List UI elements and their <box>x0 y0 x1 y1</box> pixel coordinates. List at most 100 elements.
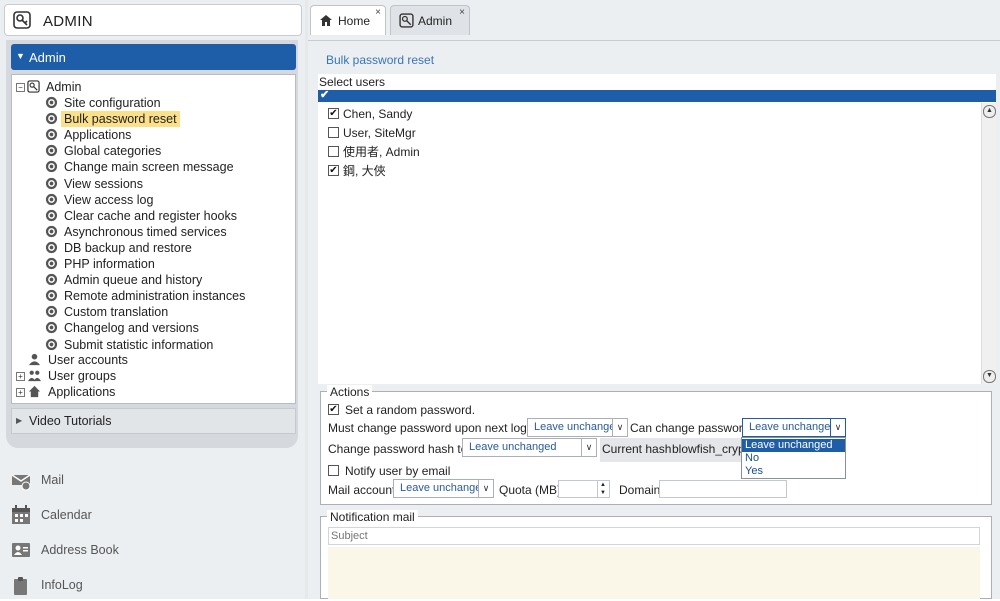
tree-item-label: DB backup and restore <box>64 240 192 255</box>
tree-item-user-accounts[interactable]: User accounts <box>12 352 292 368</box>
quota-input[interactable]: ▲ ▼ <box>558 480 610 498</box>
chevron-down-icon: ∨ <box>478 480 493 497</box>
select-all-check-icon[interactable]: ✔ <box>320 88 329 101</box>
scroll-up-icon[interactable]: ▲ <box>983 105 996 118</box>
collapse-arrow-icon: ▼ <box>16 51 25 61</box>
domain-input[interactable] <box>659 480 787 498</box>
tree-item-label: Bulk password reset <box>61 111 180 128</box>
dropdown-option[interactable]: Leave unchanged <box>742 439 845 452</box>
gear-icon <box>45 322 58 334</box>
tree-item-label: Asynchronous timed services <box>64 224 227 239</box>
tree-item-label: Admin queue and history <box>64 273 203 288</box>
address-book-icon <box>12 543 30 557</box>
tree-root-admin[interactable]: − Admin <box>12 79 292 95</box>
random-password-checkbox[interactable]: ✔ <box>328 404 339 415</box>
tree-item[interactable]: View access log <box>12 192 292 208</box>
scroll-down-icon[interactable]: ▼ <box>983 370 996 383</box>
tree-item-label: Submit statistic information <box>64 337 214 352</box>
subject-input[interactable] <box>328 527 980 545</box>
tree-item-label: Change main screen message <box>64 160 234 175</box>
gear-icon <box>45 209 58 221</box>
dropdown-option[interactable]: Yes <box>745 465 763 478</box>
gear-icon <box>45 161 58 173</box>
tree-item-label: PHP information <box>64 257 155 271</box>
collapse-icon[interactable]: − <box>16 83 25 92</box>
sidebar-section-admin[interactable]: ▼ Admin <box>11 44 296 70</box>
tab-home[interactable]: Home × <box>310 5 386 35</box>
chevron-down-icon: ∨ <box>612 419 627 436</box>
tree-item[interactable]: Bulk password reset <box>12 111 292 128</box>
user-name: 鋼, 大俠 <box>343 164 386 178</box>
calendar-icon <box>12 505 30 524</box>
user-checkbox[interactable]: ✔ <box>328 108 339 119</box>
notify-checkbox[interactable] <box>328 465 339 476</box>
expand-icon[interactable]: + <box>16 372 25 381</box>
home-icon <box>320 15 332 26</box>
tree-item[interactable]: Asynchronous timed services <box>12 224 292 240</box>
mail-account-label: Mail account <box>328 483 396 497</box>
gear-icon <box>45 145 58 157</box>
can-change-select[interactable]: Leave unchanged ∨ <box>742 418 846 437</box>
user-checkbox[interactable] <box>328 146 339 157</box>
select-value: Leave unchanged <box>400 482 488 494</box>
user-checkbox[interactable] <box>328 127 339 138</box>
tree-item-label: Changelog and versions <box>64 321 199 336</box>
tree-item[interactable]: DB backup and restore <box>12 240 292 256</box>
tree-item[interactable]: Global categories <box>12 143 292 159</box>
admin-icon <box>27 80 40 93</box>
users-icon <box>28 370 41 382</box>
sidebar-section-label: Admin <box>29 50 66 65</box>
tree-item[interactable]: Changelog and versions <box>12 320 292 336</box>
tab-admin[interactable]: Admin × <box>390 5 470 35</box>
tree-item[interactable]: View sessions <box>12 176 292 192</box>
tree-item-user-groups[interactable]: + User groups <box>12 368 292 384</box>
admin-icon <box>399 13 414 28</box>
dropdown-option[interactable]: No <box>745 452 759 465</box>
nav-label: Calendar <box>41 508 92 522</box>
user-name: 使用者, Admin <box>343 145 420 159</box>
select-value: Leave unchanged <box>534 421 622 433</box>
tree-item-label: Global categories <box>64 144 162 159</box>
gear-icon <box>45 274 58 286</box>
tree-item[interactable]: Applications <box>12 127 292 143</box>
must-change-label: Must change password upon next login <box>328 421 537 435</box>
tree-item[interactable]: Change main screen message <box>12 159 292 175</box>
must-change-select[interactable]: Leave unchanged ∨ <box>527 418 628 437</box>
gear-icon <box>45 193 58 205</box>
sidebar-section-video-tutorials[interactable]: ▶ Video Tutorials <box>11 408 296 434</box>
nav-mail[interactable]: Mail <box>8 466 288 496</box>
admin-tree: − Admin User accounts + User groups + Ap… <box>11 74 296 404</box>
tree-item-applications[interactable]: + Applications <box>12 384 292 400</box>
notification-legend: Notification mail <box>327 510 418 524</box>
select-value: Leave unchanged <box>749 421 837 433</box>
app-title: ADMIN <box>43 13 93 30</box>
tree-item[interactable]: Clear cache and register hooks <box>12 208 292 224</box>
users-scrollbar[interactable]: ▲ ▼ <box>981 103 996 384</box>
tree-item[interactable]: Submit statistic information <box>12 337 292 353</box>
expand-icon[interactable]: + <box>16 388 25 397</box>
tree-item-label: View sessions <box>64 176 143 191</box>
can-change-dropdown: Leave unchanged No Yes <box>741 437 846 479</box>
quota-stepper-icon[interactable]: ▲ ▼ <box>597 481 608 497</box>
tree-item[interactable]: Site configuration <box>12 95 292 111</box>
tree-item-label: User accounts <box>48 353 128 367</box>
nav-label: Mail <box>41 473 64 487</box>
tree-item[interactable]: Remote administration instances <box>12 288 292 304</box>
sidebar-section-label: Video Tutorials <box>29 414 112 428</box>
mail-account-select[interactable]: Leave unchanged ∨ <box>393 479 494 498</box>
nav-infolog[interactable]: InfoLog <box>8 571 288 601</box>
hash-select[interactable]: Leave unchanged ∨ <box>462 438 597 457</box>
tree-item[interactable]: Admin queue and history <box>12 272 292 288</box>
users-list-header[interactable]: ✔ <box>318 88 996 102</box>
nav-address-book[interactable]: Address Book <box>8 536 288 566</box>
tree-item[interactable]: Custom translation <box>12 304 292 320</box>
tree-item[interactable]: PHP information <box>12 256 292 272</box>
close-icon[interactable]: × <box>375 7 381 18</box>
user-checkbox[interactable]: ✔ <box>328 165 339 176</box>
page-title: Bulk password reset <box>326 53 435 67</box>
mail-body-editor[interactable] <box>328 547 980 599</box>
select-users-label: Select users <box>319 75 386 89</box>
nav-calendar[interactable]: Calendar <box>8 501 288 531</box>
chevron-down-icon: ∨ <box>830 419 845 436</box>
close-icon[interactable]: × <box>459 7 465 18</box>
